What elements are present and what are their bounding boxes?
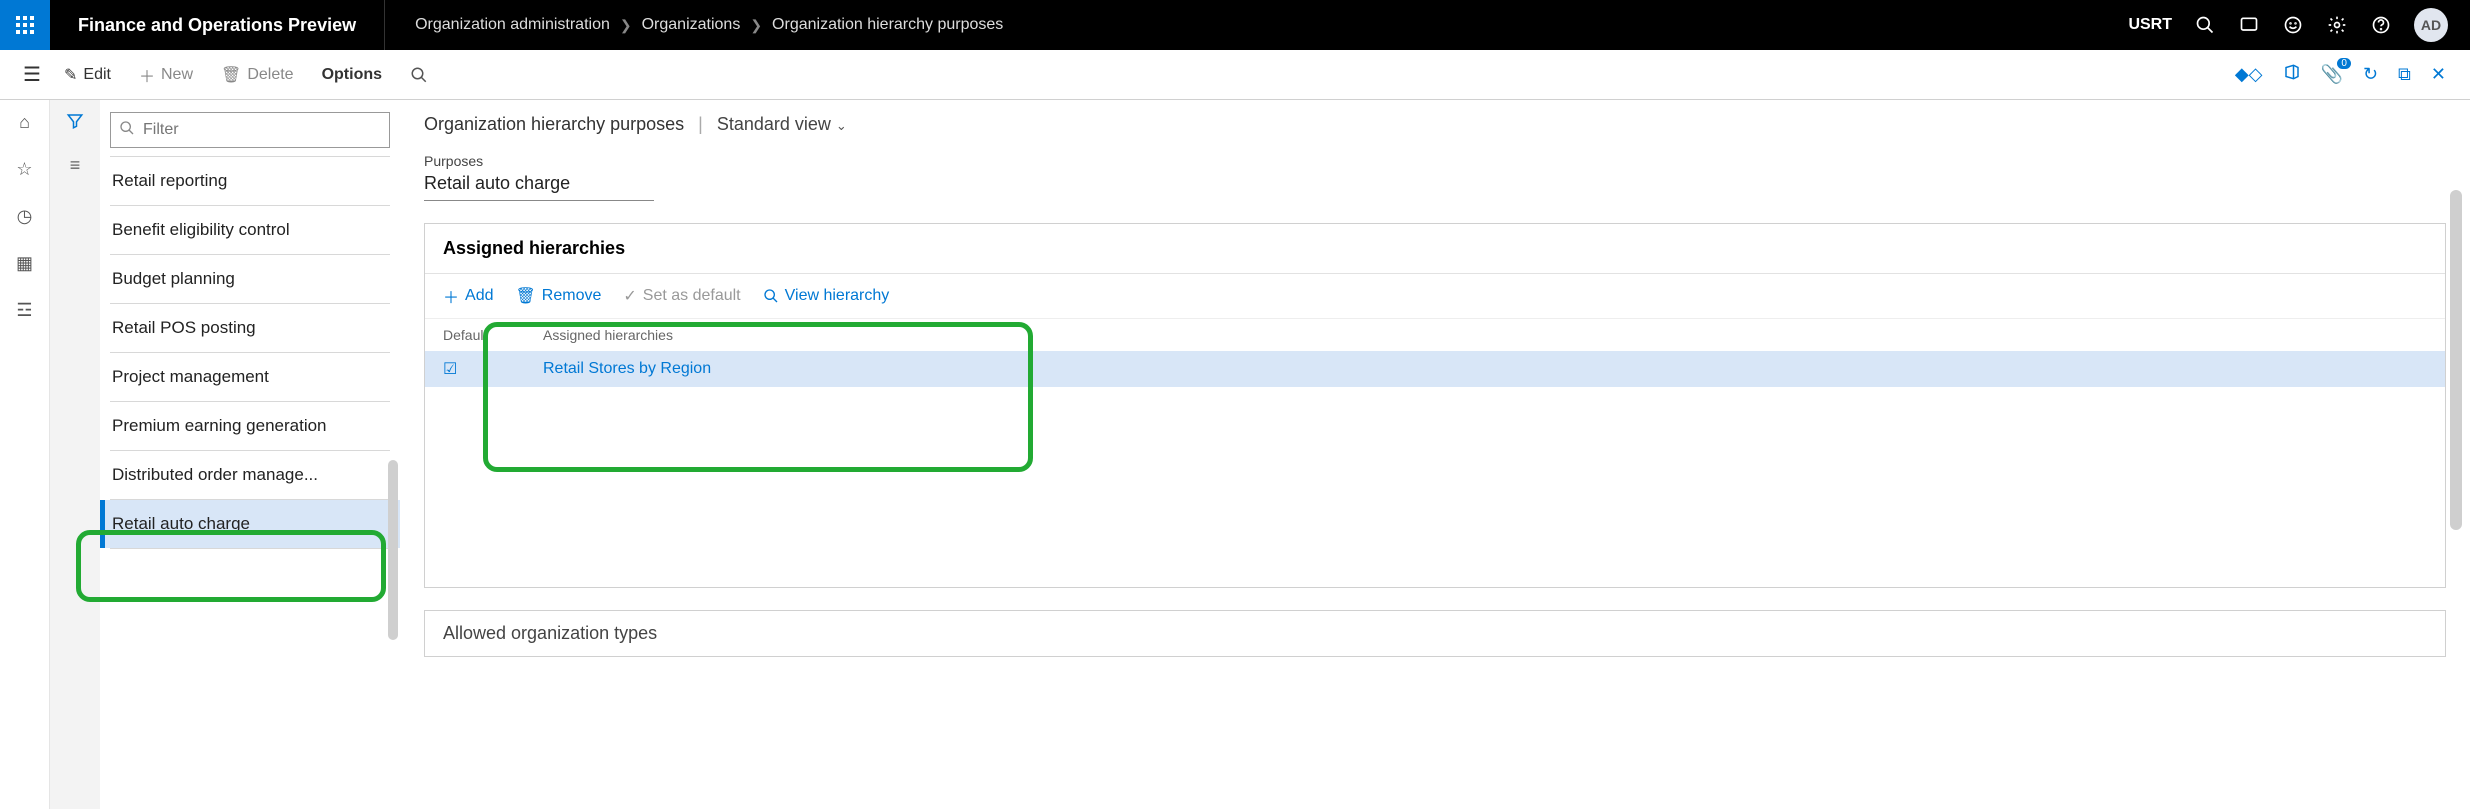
popout-icon[interactable]: ⧉ <box>2398 64 2411 85</box>
allowed-org-types-section[interactable]: Allowed organization types <box>424 610 2446 657</box>
view-hierarchy-button[interactable]: View hierarchy <box>763 287 890 305</box>
edit-label: Edit <box>83 66 111 84</box>
refresh-icon[interactable]: ↻ <box>2363 64 2378 85</box>
filter-rail: ≡ <box>50 100 100 809</box>
help-icon[interactable] <box>2370 14 2392 36</box>
action-bar: ☰ ✎ Edit ＋ New 🗑 Delete Options ◆◇ 📎0 ↻ ⧉ ✕ <box>0 50 2470 100</box>
grid-header: Default Assigned hierarchies <box>425 318 2445 351</box>
plus-icon: ＋ <box>139 63 155 87</box>
scrollbar-thumb[interactable] <box>388 460 398 640</box>
smile-icon[interactable] <box>2282 14 2304 36</box>
star-icon[interactable]: ☆ <box>16 159 32 180</box>
app-launcher[interactable] <box>0 0 50 50</box>
purposes-label: Purposes <box>424 153 2446 169</box>
check-icon: ✓ <box>623 286 636 306</box>
home-icon[interactable]: ⌂ <box>19 112 30 133</box>
grid-row[interactable]: ☑ Retail Stores by Region <box>425 351 2445 387</box>
funnel-icon[interactable] <box>66 112 84 135</box>
global-header: Finance and Operations Preview Organizat… <box>0 0 2470 50</box>
page-title: Organization hierarchy purposes <box>424 114 684 135</box>
purposes-value: Retail auto charge <box>424 173 654 201</box>
main-content: Organization hierarchy purposes | Standa… <box>400 100 2470 809</box>
plus-icon: ＋ <box>443 284 459 308</box>
list-item[interactable]: Distributed order manage... <box>100 451 400 499</box>
scrollbar-thumb[interactable] <box>2450 190 2462 530</box>
options-label: Options <box>322 66 382 84</box>
edit-button[interactable]: ✎ Edit <box>50 50 125 100</box>
breadcrumb-item[interactable]: Organization hierarchy purposes <box>772 16 1003 34</box>
menu-toggle-icon[interactable]: ☰ <box>14 62 50 87</box>
breadcrumb: Organization administration ❯ Organizati… <box>385 16 2106 34</box>
section-title: Assigned hierarchies <box>425 224 2445 274</box>
close-icon[interactable]: ✕ <box>2431 64 2446 85</box>
pencil-icon: ✎ <box>64 65 77 85</box>
default-checkbox[interactable]: ☑ <box>443 359 543 379</box>
office-icon[interactable] <box>2283 63 2301 86</box>
attach-icon[interactable]: 📎0 <box>2321 64 2343 85</box>
search-icon[interactable] <box>2194 14 2216 36</box>
user-avatar[interactable]: AD <box>2414 8 2448 42</box>
view-selector[interactable]: Standard view ⌄ <box>717 114 847 135</box>
breadcrumb-item[interactable]: Organization administration <box>415 16 610 34</box>
chevron-right-icon: ❯ <box>620 17 632 34</box>
search-icon <box>763 288 779 304</box>
col-assigned-header: Assigned hierarchies <box>543 327 2427 343</box>
modules-icon[interactable]: ☲ <box>16 300 32 321</box>
gear-icon[interactable] <box>2326 14 2348 36</box>
app-title: Finance and Operations Preview <box>50 0 385 50</box>
list-item-selected[interactable]: Retail auto charge <box>100 500 400 548</box>
chevron-down-icon: ⌄ <box>836 118 847 133</box>
trash-icon: 🗑 <box>515 286 535 306</box>
options-button[interactable]: Options <box>308 50 396 100</box>
filter-input[interactable] <box>143 121 381 139</box>
add-button[interactable]: ＋Add <box>443 284 493 308</box>
nav-rail: ⌂ ☆ ◷ ▦ ☲ <box>0 100 50 809</box>
breadcrumb-item[interactable]: Organizations <box>642 16 741 34</box>
chat-icon[interactable] <box>2238 14 2260 36</box>
diamond-icon[interactable]: ◆◇ <box>2235 64 2263 85</box>
list-item[interactable]: Project management <box>100 353 400 401</box>
delete-label: Delete <box>247 66 293 84</box>
delete-button[interactable]: 🗑 Delete <box>207 50 308 100</box>
set-default-button: ✓Set as default <box>623 286 740 306</box>
chevron-right-icon: ❯ <box>750 17 762 34</box>
company-code[interactable]: USRT <box>2128 16 2172 34</box>
col-default-header: Default <box>443 327 543 343</box>
clock-icon[interactable]: ◷ <box>17 206 33 227</box>
assigned-hierarchies-section: Assigned hierarchies ＋Add 🗑Remove ✓Set a… <box>424 223 2446 588</box>
trash-icon: 🗑 <box>221 65 241 85</box>
list-item[interactable]: Benefit eligibility control <box>100 206 400 254</box>
filter-search-icon <box>119 120 135 141</box>
list-pane: Retail reporting Benefit eligibility con… <box>100 100 400 809</box>
new-button[interactable]: ＋ New <box>125 50 207 100</box>
new-label: New <box>161 66 193 84</box>
list-item[interactable]: Retail reporting <box>100 157 400 205</box>
grid-toolbar: ＋Add 🗑Remove ✓Set as default View hierar… <box>425 274 2445 318</box>
filter-box[interactable] <box>110 112 390 148</box>
list-item[interactable]: Premium earning generation <box>100 402 400 450</box>
remove-button[interactable]: 🗑Remove <box>515 286 601 306</box>
list-lines-icon[interactable]: ≡ <box>70 155 81 176</box>
purposes-list: Retail reporting Benefit eligibility con… <box>100 156 400 549</box>
search-button[interactable] <box>396 50 442 100</box>
list-item[interactable]: Budget planning <box>100 255 400 303</box>
hierarchy-link[interactable]: Retail Stores by Region <box>543 360 711 378</box>
workspace-icon[interactable]: ▦ <box>16 253 33 274</box>
list-item[interactable]: Retail POS posting <box>100 304 400 352</box>
waffle-icon <box>16 16 34 34</box>
